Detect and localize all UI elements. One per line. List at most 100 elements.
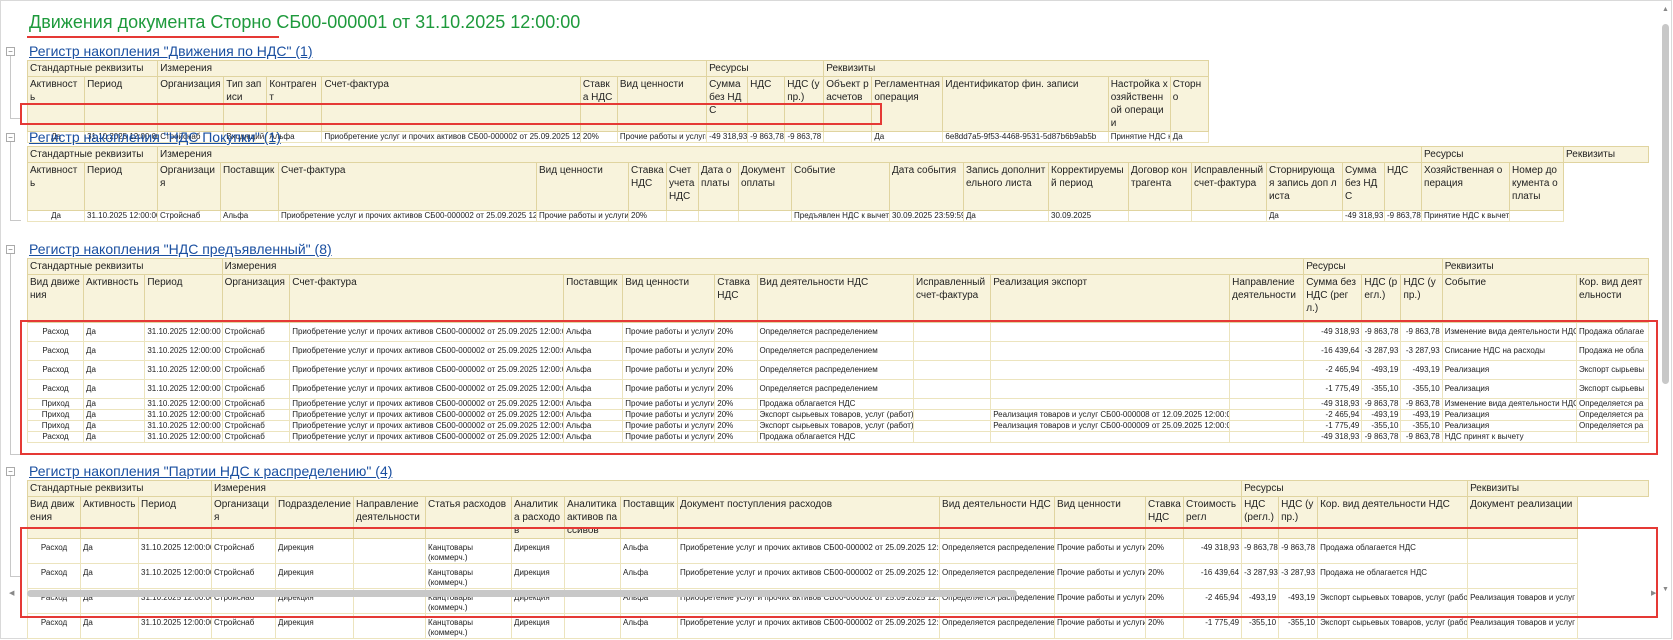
column-header[interactable]: Событие bbox=[791, 162, 891, 211]
column-header[interactable]: Дата события bbox=[889, 162, 965, 211]
column-header[interactable]: Вид ценности bbox=[536, 162, 630, 211]
column-header[interactable]: Регламентная операция bbox=[871, 76, 944, 132]
column-header[interactable]: Направление деятельности bbox=[353, 496, 427, 539]
column-header[interactable]: Ставка НДС bbox=[628, 162, 668, 211]
column-header[interactable]: Организация bbox=[157, 162, 222, 211]
column-header[interactable]: Настройка хозяйственной операции bbox=[1107, 76, 1171, 132]
column-header[interactable]: Дата оплаты bbox=[698, 162, 740, 211]
column-header[interactable]: Вид деятельности НДС bbox=[756, 274, 915, 323]
column-header[interactable]: Направление деятельности bbox=[1229, 274, 1305, 323]
table-row[interactable]: Приход Да 31.10.2025 12:00:00 Стройснаб Прио… bbox=[26, 409, 1650, 421]
column-header[interactable]: НДС bbox=[747, 76, 786, 132]
table-row[interactable]: Расход Да 31.10.2025 12:00:00 Стройснаб Прио… bbox=[26, 431, 1650, 443]
column-header[interactable]: Объект расчетов bbox=[823, 76, 873, 132]
table-row[interactable]: Расход Да 31.10.2025 12:00:00 Стройснаб Прио… bbox=[26, 322, 1650, 342]
column-header[interactable]: Ставка НДС bbox=[1145, 496, 1185, 539]
table-row[interactable]: Приход Да 31.10.2025 12:00:00 Стройснаб Прио… bbox=[26, 398, 1650, 410]
scroll-up-icon[interactable]: ▲ bbox=[1662, 6, 1669, 13]
collapse-toggle-icon[interactable]: − bbox=[6, 467, 15, 476]
column-header[interactable]: Счет-фактура bbox=[321, 76, 581, 132]
column-header[interactable]: Поставщик bbox=[620, 496, 679, 539]
column-header[interactable]: НДС (упр.) bbox=[784, 76, 825, 132]
register-title-vat-movements[interactable]: Регистр накопления "Движения по НДС" (1) bbox=[29, 43, 312, 59]
column-header[interactable]: Активность bbox=[80, 496, 139, 539]
column-header[interactable]: Статья расходов bbox=[425, 496, 513, 539]
column-header[interactable]: Ставка НДС bbox=[579, 76, 618, 132]
column-header[interactable]: Ставка НДС bbox=[714, 274, 758, 323]
column-header[interactable]: Активность bbox=[83, 274, 146, 323]
column-header[interactable]: Сторно bbox=[1169, 76, 1210, 132]
column-header[interactable]: Счет-фактура bbox=[278, 162, 538, 211]
column-header[interactable]: Договор контрагента bbox=[1128, 162, 1193, 211]
table-row[interactable]: Расход Да 31.10.2025 12:00:00 Стройснаб Прио… bbox=[26, 379, 1650, 399]
column-header[interactable]: Поставщик bbox=[563, 274, 624, 323]
vertical-scroll-thumb[interactable] bbox=[1662, 24, 1669, 384]
column-header[interactable]: НДС (упр.) bbox=[1400, 274, 1443, 323]
column-header[interactable]: Вид ценности bbox=[1054, 496, 1147, 539]
column-header[interactable]: Период bbox=[144, 274, 223, 323]
column-header[interactable]: Номер документа оплаты bbox=[1509, 162, 1565, 211]
column-header[interactable]: Период bbox=[137, 496, 213, 539]
column-header[interactable]: НДС (упр.) bbox=[1278, 496, 1319, 539]
collapse-toggle-icon[interactable]: − bbox=[6, 133, 15, 142]
column-header[interactable]: Исправленный счет-фактура bbox=[913, 274, 992, 323]
column-header[interactable]: Активность bbox=[26, 76, 86, 132]
column-header[interactable]: Период bbox=[84, 76, 159, 132]
column-header[interactable]: Сумма без НДС bbox=[706, 76, 749, 132]
column-header[interactable]: Счет-фактура bbox=[289, 274, 565, 323]
table-row[interactable]: Расход Да 31.10.2025 12:00:00 Стройснаб Прио… bbox=[26, 360, 1650, 380]
column-header[interactable]: Организация bbox=[221, 274, 291, 323]
table-row[interactable]: Расход Да 31.10.2025 12:00:00 Стройснаб Дире… bbox=[27, 538, 1649, 564]
column-header[interactable]: Аналитика расходов bbox=[511, 496, 566, 539]
scroll-right-icon[interactable]: ▶ bbox=[1651, 589, 1656, 597]
column-header[interactable]: Организация bbox=[157, 76, 225, 132]
column-header[interactable]: Кор. вид деятельности bbox=[1575, 274, 1650, 323]
register-title-vat-presented[interactable]: Регистр накопления "НДС предъявленный" (… bbox=[29, 241, 332, 257]
column-header[interactable]: Контрагент bbox=[266, 76, 323, 132]
column-header[interactable]: Тип записи bbox=[223, 76, 268, 132]
register-title-vat-batches[interactable]: Регистр накопления "Партии НДС к распред… bbox=[29, 463, 392, 479]
column-header[interactable]: Запись дополнительного листа bbox=[963, 162, 1050, 211]
table-row[interactable]: Расход Да 31.10.2025 12:00:00 Стройснаб Дире… bbox=[27, 563, 1649, 589]
table-row[interactable]: Расход Да 31.10.2025 12:00:00 Стройснаб Дире… bbox=[27, 613, 1649, 639]
column-header[interactable]: Аналитика активов пассивов bbox=[564, 496, 622, 539]
register-title-vat-purchases[interactable]: Регистр накопления "НДС Покупки" (1) bbox=[29, 129, 281, 145]
column-header[interactable]: Стоимость регл bbox=[1183, 496, 1243, 539]
column-header[interactable]: Исправленный счет-фактура bbox=[1191, 162, 1268, 211]
column-header[interactable]: Вид ценности bbox=[616, 76, 708, 132]
table-row[interactable]: Расход Да 31.10.2025 12:00:00 Стройснаб Прио… bbox=[26, 341, 1650, 361]
column-header[interactable]: Организация bbox=[211, 496, 277, 539]
table-row[interactable]: Да 31.10.2025 12:00:00 Стройснаб Альфа Приоб… bbox=[27, 210, 1649, 222]
table-row[interactable]: Приход Да 31.10.2025 12:00:00 Стройснаб Прио… bbox=[26, 420, 1650, 432]
column-header[interactable]: Событие bbox=[1441, 274, 1577, 323]
scroll-down-icon[interactable]: ▼ bbox=[1662, 586, 1669, 593]
column-header[interactable]: НДС (регл.) bbox=[1361, 274, 1402, 323]
column-header[interactable]: Вид движения bbox=[27, 496, 81, 539]
column-header[interactable]: Счет учета НДС bbox=[666, 162, 700, 211]
column-header[interactable]: Активность bbox=[27, 162, 85, 211]
column-header[interactable]: Корректируемый период bbox=[1048, 162, 1130, 211]
collapse-toggle-icon[interactable]: − bbox=[6, 47, 15, 56]
column-header[interactable]: Сумма без НДС (регл.) bbox=[1303, 274, 1363, 323]
column-header[interactable]: НДС bbox=[1384, 162, 1423, 211]
vertical-scrollbar[interactable]: ▲ ▼ bbox=[1661, 6, 1670, 593]
column-header[interactable]: Идентификатор фин. записи bbox=[942, 76, 1109, 132]
column-header[interactable]: Сторнирующая запись доп листа bbox=[1266, 162, 1344, 211]
column-header[interactable]: Сумма без НДС bbox=[1342, 162, 1386, 211]
column-header[interactable]: Поставщик bbox=[220, 162, 280, 211]
column-header[interactable]: Подразделение bbox=[275, 496, 355, 539]
column-header[interactable]: Вид движения bbox=[26, 274, 85, 323]
column-header[interactable]: Документ оплаты bbox=[738, 162, 793, 211]
column-header[interactable]: Вид ценности bbox=[622, 274, 716, 323]
horizontal-scrollbar[interactable]: ◀ ▶ bbox=[9, 589, 1656, 598]
column-header[interactable]: Вид деятельности НДС bbox=[939, 496, 1056, 539]
collapse-toggle-icon[interactable]: − bbox=[6, 245, 15, 254]
column-header[interactable]: Кор. вид деятельности НДС bbox=[1317, 496, 1469, 539]
column-header[interactable]: Период bbox=[83, 162, 159, 211]
column-header[interactable]: НДС (регл.) bbox=[1241, 496, 1280, 539]
horizontal-scroll-thumb[interactable] bbox=[27, 590, 1017, 597]
column-header[interactable]: Хозяйственная операция bbox=[1421, 162, 1511, 211]
scroll-left-icon[interactable]: ◀ bbox=[9, 589, 14, 597]
column-header[interactable]: Документ реализации bbox=[1467, 496, 1579, 539]
column-header[interactable]: Документ поступления расходов bbox=[677, 496, 941, 539]
